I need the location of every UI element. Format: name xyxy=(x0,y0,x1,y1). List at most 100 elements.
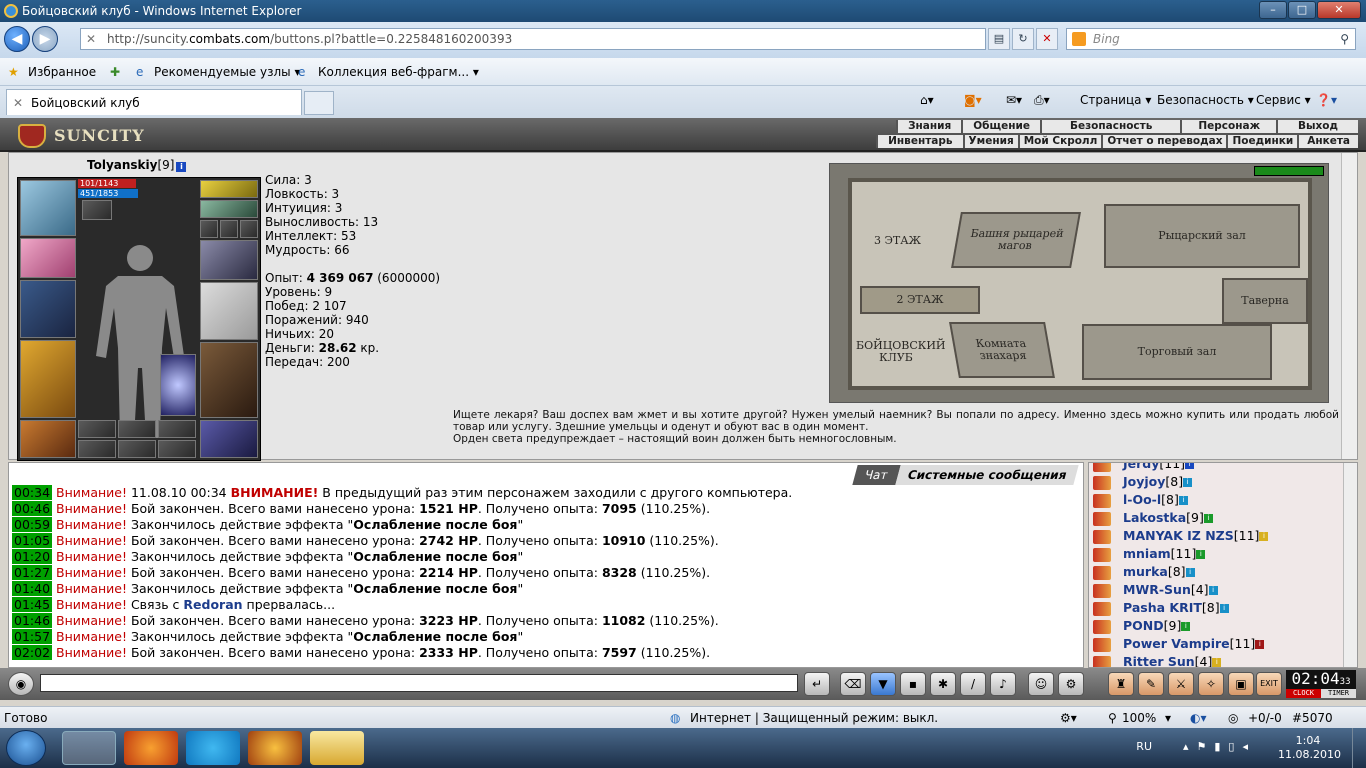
user-info-icon[interactable]: i xyxy=(1219,604,1229,613)
boots-slot[interactable] xyxy=(200,420,258,458)
menu-profile[interactable]: Анкета xyxy=(1297,135,1358,148)
online-user[interactable]: Ritter Sun[4] i xyxy=(1093,653,1222,667)
tab-system-messages[interactable]: Системные сообщения xyxy=(894,465,1079,485)
show-desktop-button[interactable] xyxy=(1352,728,1366,768)
chat-user-link[interactable]: Redoran xyxy=(183,597,242,612)
user-info-icon[interactable]: i xyxy=(1255,640,1265,649)
private-msg-icon[interactable] xyxy=(1093,511,1111,526)
feeds-icon[interactable]: ◙▾ xyxy=(964,86,982,114)
help-icon[interactable]: ❓▾ xyxy=(1316,86,1337,114)
legs-slot[interactable] xyxy=(200,342,258,418)
inventory-icon[interactable]: ♜ xyxy=(1108,672,1134,696)
options-icon[interactable]: ⚙ xyxy=(1058,672,1084,696)
private-msg-icon[interactable] xyxy=(1093,565,1111,580)
ring-slot-2[interactable] xyxy=(220,220,238,238)
chat-mode-icon[interactable]: ◉ xyxy=(8,672,34,696)
online-user[interactable]: Pasha KRIT[8] i xyxy=(1093,599,1229,617)
tray-date[interactable]: 11.08.2010 xyxy=(1278,748,1341,761)
user-info-icon[interactable]: i xyxy=(1259,532,1269,541)
chat-time[interactable]: 01:27 xyxy=(12,565,53,580)
user-info-icon[interactable]: i xyxy=(1185,463,1195,469)
rune-slot-4[interactable] xyxy=(78,440,116,458)
private-msg-icon[interactable] xyxy=(1093,529,1111,544)
menu-duels[interactable]: Поединки xyxy=(1226,135,1298,148)
online-scrollbar[interactable] xyxy=(1343,463,1357,667)
map-trade-hall-room[interactable]: Торговый зал xyxy=(1082,324,1272,380)
user-info-icon[interactable]: i xyxy=(1208,586,1218,595)
start-button[interactable] xyxy=(6,730,46,766)
rune-slot-1[interactable] xyxy=(78,420,116,438)
emotes-icon[interactable]: ✱ xyxy=(930,672,956,696)
maximize-button[interactable]: □ xyxy=(1288,1,1316,19)
menu-exit[interactable]: Выход xyxy=(1276,120,1358,133)
menu-communication[interactable]: Общение xyxy=(961,120,1040,133)
ring-slot-3[interactable] xyxy=(240,220,258,238)
rune-slot-3[interactable] xyxy=(158,420,196,438)
explorer-taskbar-icon[interactable] xyxy=(310,731,364,765)
url-field[interactable]: ✕ http://suncity.combats.com/buttons.pl?… xyxy=(80,28,986,50)
chat-time[interactable]: 01:57 xyxy=(12,629,53,644)
compat-view-icon[interactable]: ▤ xyxy=(988,28,1010,50)
map-tavern-room[interactable]: Таверна xyxy=(1222,278,1308,324)
user-name[interactable]: Power Vampire xyxy=(1123,636,1230,651)
suggested-sites-link[interactable]: Рекомендуемые узлы ▾ xyxy=(154,58,300,86)
user-info-icon[interactable]: i xyxy=(1203,514,1213,523)
print-icon[interactable]: ⎙▾ xyxy=(1034,86,1050,114)
private-msg-icon[interactable] xyxy=(1093,583,1111,598)
chat-input[interactable] xyxy=(40,674,798,692)
private-msg-icon[interactable] xyxy=(1093,601,1111,616)
amulet-slot[interactable] xyxy=(82,200,112,220)
weapon-slot[interactable] xyxy=(20,280,76,338)
send-icon[interactable]: ↵ xyxy=(804,672,830,696)
necklace-slot[interactable] xyxy=(200,200,258,218)
user-info-icon[interactable]: i xyxy=(1181,622,1191,631)
timer-tab[interactable]: TIMER xyxy=(1321,689,1356,698)
user-name[interactable]: MANYAK IZ NZS xyxy=(1123,528,1234,543)
bracers-slot[interactable] xyxy=(20,238,76,278)
online-user[interactable]: MWR-Sun[4] i xyxy=(1093,581,1218,599)
smile-icon[interactable]: ☺ xyxy=(1028,672,1054,696)
user-name[interactable]: Jerdy xyxy=(1123,463,1159,471)
map-floor2-button[interactable]: 2 ЭТАЖ xyxy=(860,286,980,314)
menu-character[interactable]: Персонаж xyxy=(1180,120,1277,133)
user-name[interactable]: l-Oo-l xyxy=(1123,492,1161,507)
online-user[interactable]: l-Oo-l[8] i xyxy=(1093,491,1188,509)
helmet-slot[interactable] xyxy=(20,180,76,236)
private-msg-icon[interactable] xyxy=(1093,637,1111,652)
character-name[interactable]: Tolyanskiy[9] i xyxy=(87,158,187,172)
map-healer-room[interactable]: Комната знахаря xyxy=(949,322,1055,378)
tray-time[interactable]: 1:04 xyxy=(1278,734,1338,747)
zoom-level[interactable]: 100% xyxy=(1122,707,1156,729)
back-button[interactable]: ◀ xyxy=(4,26,30,52)
belt-slot[interactable] xyxy=(20,420,76,458)
online-user[interactable]: Joyjoy[8] i xyxy=(1093,473,1193,491)
add-favorite-icon[interactable]: ✚ xyxy=(110,58,120,86)
orb-slot[interactable] xyxy=(160,354,196,416)
menu-skills[interactable]: Умения xyxy=(962,135,1018,148)
tools-menu[interactable]: Сервис ▾ xyxy=(1256,86,1311,114)
private-msg-icon[interactable] xyxy=(1093,493,1111,508)
user-name[interactable]: MWR-Sun xyxy=(1123,582,1191,597)
armor-slot[interactable] xyxy=(20,340,76,418)
user-info-icon[interactable]: i xyxy=(1212,658,1222,667)
exit-icon[interactable]: EXIT xyxy=(1256,672,1282,696)
fight-icon[interactable]: ⚔ xyxy=(1168,672,1194,696)
favorites-button[interactable]: Избранное xyxy=(28,58,96,86)
user-name[interactable]: Lakostka xyxy=(1123,510,1186,525)
ring-slot-1[interactable] xyxy=(200,220,218,238)
menu-transfer-report[interactable]: Отчет о переводах xyxy=(1101,135,1227,148)
security-zone[interactable]: Интернет | Защищенный режим: выкл. xyxy=(690,707,938,729)
online-user[interactable]: murka[8] i xyxy=(1093,563,1195,581)
info-icon[interactable]: i xyxy=(176,162,187,172)
safety-menu[interactable]: Безопасность ▾ xyxy=(1157,86,1254,114)
shield-slot[interactable] xyxy=(200,282,258,340)
clock-tab[interactable]: CLOCK xyxy=(1286,689,1321,698)
search-icon[interactable]: ⚲ xyxy=(1340,29,1349,49)
ie-taskbar-icon[interactable] xyxy=(62,731,116,765)
map-floor3-label[interactable]: 3 ЭТАЖ xyxy=(874,234,921,247)
user-info-icon[interactable]: i xyxy=(1183,478,1193,487)
web-slice-gallery-link[interactable]: Коллекция веб-фрагм... ▾ xyxy=(318,58,479,86)
earrings-slot[interactable] xyxy=(200,180,258,198)
chat-time[interactable]: 01:05 xyxy=(12,533,53,548)
new-tab-button[interactable] xyxy=(304,91,334,115)
